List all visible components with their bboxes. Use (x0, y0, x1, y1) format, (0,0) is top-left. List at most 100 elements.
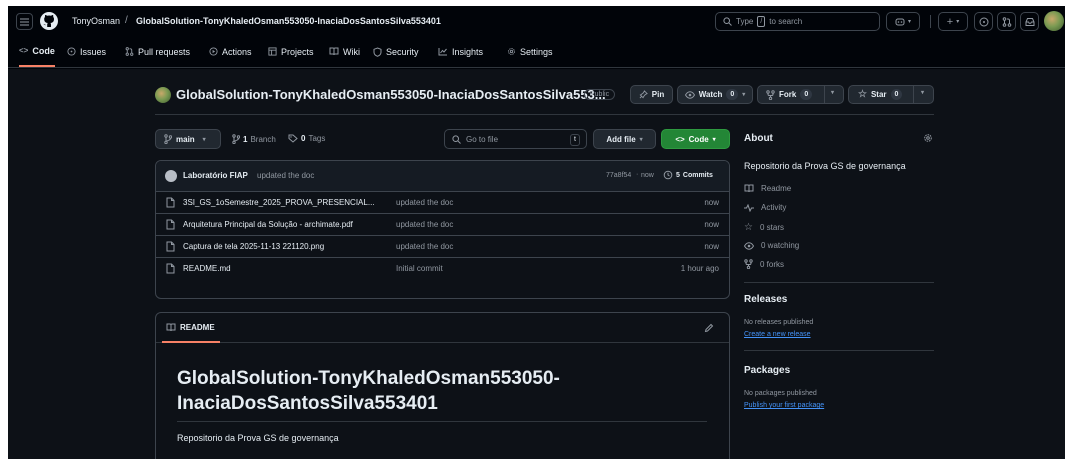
about-readme-link[interactable]: Readme (744, 184, 791, 193)
commit-dot: · (636, 171, 639, 178)
search-icon (723, 17, 732, 26)
file-age: now (704, 242, 719, 251)
pull-requests-button[interactable] (997, 12, 1016, 31)
go-to-file-placeholder: Go to file (466, 134, 499, 144)
watch-button[interactable]: Watch 0 ▾ (677, 85, 753, 104)
tab-pull-requests-label: Pull requests (138, 46, 191, 57)
about-forks-link[interactable]: 0 forks (744, 259, 784, 269)
browser-frame: TonyOsman / GlobalSolution-TonyKhaledOsm… (8, 6, 1065, 459)
commit-author[interactable]: Laboratório FIAP (183, 171, 248, 180)
tab-wiki[interactable]: Wiki (329, 36, 360, 67)
about-watching-link[interactable]: 0 watching (744, 241, 799, 250)
about-description: Repositorio da Prova GS de governança (744, 161, 906, 171)
hamburger-menu-button[interactable] (16, 13, 33, 30)
file-row[interactable]: 3SI_GS_1oSemestre_2025_PROVA_PRESENCIAL.… (156, 192, 729, 214)
about-activity-link[interactable]: Activity (744, 203, 786, 212)
pencil-icon[interactable] (704, 323, 714, 333)
user-avatar[interactable] (1044, 11, 1064, 31)
tab-actions[interactable]: Actions (209, 36, 252, 67)
about-stars-link[interactable]: ☆ 0 stars (744, 222, 784, 233)
repo-name-link[interactable]: GlobalSolution-TonyKhaledOsman553050-Ina… (136, 16, 441, 26)
watch-count: 0 (726, 89, 739, 100)
file-name[interactable]: Captura de tela 2025-11-13 221120.png (183, 242, 324, 251)
tab-projects[interactable]: Projects (268, 36, 314, 67)
file-row[interactable]: Arquitetura Principal da Solução - archi… (156, 214, 729, 236)
packages-empty-text: No packages published (744, 390, 817, 397)
copilot-icon (895, 18, 905, 26)
go-to-file-key: t (570, 134, 580, 146)
history-icon (663, 170, 673, 180)
book-icon (329, 47, 339, 56)
publish-package-link[interactable]: Publish your first package (744, 402, 824, 409)
file-commit-message[interactable]: updated the doc (396, 220, 453, 229)
github-logo-icon[interactable] (40, 12, 58, 30)
copilot-button[interactable]: ▾ (886, 12, 920, 31)
branch-selector[interactable]: main ▾ (155, 129, 221, 149)
tab-wiki-label: Wiki (343, 46, 360, 57)
packages-heading[interactable]: Packages (744, 365, 790, 376)
star-divider (913, 86, 914, 103)
gear-icon[interactable] (923, 133, 933, 143)
tab-code[interactable]: <> Code (19, 36, 55, 67)
tab-insights-label: Insights (452, 46, 484, 57)
code-button[interactable]: <> Code ▾ (661, 129, 730, 149)
commit-hash[interactable]: 77a8f54 (606, 172, 631, 179)
graph-icon (438, 48, 447, 56)
fork-label: Fork (779, 90, 797, 99)
star-icon: ☆ (858, 89, 867, 100)
repo-avatar (155, 87, 171, 103)
tab-insights[interactable]: Insights (438, 36, 483, 67)
tab-settings[interactable]: Settings (507, 36, 553, 67)
branches-link[interactable]: 1 Branch (232, 134, 276, 144)
file-name[interactable]: README.md (183, 264, 231, 273)
readme-tab[interactable]: README (166, 323, 215, 332)
star-button[interactable]: ☆ Star 0 ▾ (848, 85, 934, 104)
file-name[interactable]: Arquitetura Principal da Solução - archi… (183, 220, 353, 229)
inbox-button[interactable] (1020, 12, 1039, 31)
commit-message[interactable]: updated the doc (257, 171, 314, 180)
readme-panel: README GlobalSolution-TonyKhaledOsman553… (155, 312, 730, 459)
repo-title[interactable]: GlobalSolution-TonyKhaledOsman553050-Ina… (176, 87, 606, 102)
pull-request-icon (125, 47, 134, 56)
copilot-chevron-icon: ▾ (907, 19, 911, 25)
tab-issues[interactable]: Issues (67, 36, 106, 67)
file-commit-message[interactable]: updated the doc (396, 242, 453, 251)
readme-body: Repositorio da Prova GS de governança (177, 433, 339, 443)
releases-heading[interactable]: Releases (744, 294, 787, 305)
file-row[interactable]: Captura de tela 2025-11-13 221120.png up… (156, 236, 729, 258)
fork-button[interactable]: Fork 0 ▾ (757, 85, 844, 104)
eye-icon (744, 241, 754, 250)
file-age: now (704, 220, 719, 229)
commits-link[interactable]: 5 Commits (663, 170, 713, 180)
pin-button[interactable]: Pin (630, 85, 673, 104)
add-file-button[interactable]: Add file ▾ (593, 129, 656, 149)
readme-title-rule (177, 421, 707, 422)
about-watching-label: 0 watching (761, 241, 800, 250)
file-icon (166, 263, 175, 274)
fork-icon (744, 259, 753, 269)
tab-settings-label: Settings (520, 46, 553, 57)
releases-divider (744, 350, 934, 351)
commit-author-avatar[interactable] (165, 170, 177, 182)
top-header: TonyOsman / GlobalSolution-TonyKhaledOsm… (8, 6, 1065, 36)
tab-security[interactable]: Security (373, 36, 419, 67)
file-icon (166, 219, 175, 230)
issues-button[interactable] (974, 12, 993, 31)
owner-link[interactable]: TonyOsman (72, 16, 120, 26)
header-divider (155, 114, 934, 115)
file-row[interactable]: README.md Initial commit 1 hour ago (156, 258, 729, 280)
file-commit-message[interactable]: Initial commit (396, 264, 443, 273)
go-to-file-input[interactable]: Go to file t (444, 129, 587, 149)
tab-pull-requests[interactable]: Pull requests (125, 36, 190, 67)
create-chevron-icon: ▾ (956, 19, 960, 25)
pulse-icon (744, 203, 754, 212)
tags-link[interactable]: 0 Tags (288, 134, 325, 143)
file-name[interactable]: 3SI_GS_1oSemestre_2025_PROVA_PRESENCIAL.… (183, 198, 375, 207)
repo-nav: <> Code Issues Pull requests Actions Pro… (8, 36, 1065, 68)
search-input[interactable]: Type / to search (715, 12, 880, 31)
create-release-link[interactable]: Create a new release (744, 331, 811, 338)
file-commit-message[interactable]: updated the doc (396, 198, 453, 207)
code-brackets-icon: <> (675, 134, 685, 144)
create-new-button[interactable]: + ▾ (938, 12, 968, 31)
about-forks-label: 0 forks (760, 259, 785, 269)
